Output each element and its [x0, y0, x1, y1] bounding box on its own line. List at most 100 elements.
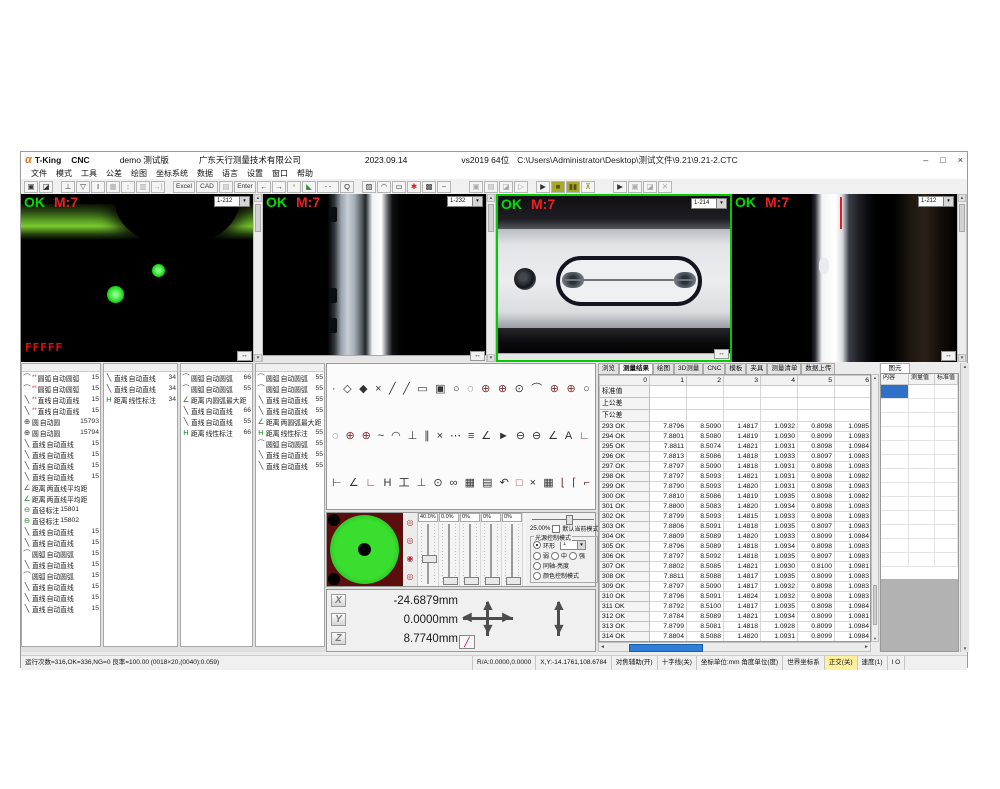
feature-item[interactable]: ⊖直径标注15802 — [22, 515, 100, 526]
ellipse-icon[interactable]: ○ — [583, 383, 590, 396]
feature-list-scrollbar[interactable] — [22, 364, 100, 372]
arc-fit-icon[interactable]: ◠ — [391, 430, 401, 443]
results-hscrollbar[interactable]: ◄► — [598, 642, 871, 652]
camera-scrollbar[interactable]: ▲▼ — [486, 194, 496, 362]
radio-ring[interactable] — [533, 541, 541, 549]
select-box-icon[interactable]: □ — [516, 477, 523, 490]
result-row[interactable]: 297 OK7.87978.50901.48181.09310.80981.09… — [600, 462, 872, 472]
light-slider-thumb[interactable] — [422, 555, 437, 563]
toolbar-pattern-icon[interactable]: ▨ — [362, 181, 376, 193]
ring-light-control[interactable] — [327, 513, 403, 586]
feature-item[interactable]: H距离线性标注66 — [181, 427, 252, 438]
feature-item[interactable]: ╲直线自动直线15 — [22, 471, 100, 482]
angle-3pt-icon[interactable]: ∠ — [548, 430, 558, 443]
tab-3[interactable]: 绘图 — [653, 363, 674, 374]
toolbar-run-icon[interactable]: ▶ — [536, 181, 550, 193]
chevron-down-icon[interactable]: ▼ — [472, 197, 482, 206]
magnification-select[interactable]: 1-212▼ — [918, 196, 954, 207]
result-row[interactable]: 295 OK7.88118.50741.48211.09310.80981.09… — [600, 442, 872, 452]
tab-6[interactable]: 模板 — [725, 363, 746, 374]
camera-view-1[interactable]: FFFFF OK M:7 1-212▼ ↔ — [21, 194, 253, 362]
scroll-down-icon[interactable]: ▼ — [958, 354, 966, 362]
toolbar-curve-icon[interactable]: ◠ — [377, 181, 391, 193]
angle-icon[interactable]: ∠ — [481, 430, 491, 443]
feature-item[interactable]: H距离线性标注34 — [104, 394, 177, 405]
menu-item-7[interactable]: 数据 — [197, 168, 213, 179]
feature-item[interactable]: ⌒**圆弧自动圆弧15 — [22, 383, 100, 394]
element-row[interactable] — [881, 399, 958, 413]
toolbar-folder-icon[interactable]: ◪ — [499, 181, 513, 193]
radio-mode[interactable] — [533, 562, 541, 570]
pan-icon[interactable]: ↔ — [237, 351, 252, 361]
line-auto-icon[interactable]: ╱ — [403, 383, 410, 396]
camera-hscrollbar[interactable] — [263, 355, 486, 362]
camera-view-2[interactable]: OK M:7 1-232▼ ↔ — [263, 194, 486, 362]
spec-row[interactable]: 下公差 — [600, 410, 872, 422]
rect-icon[interactable]: ▭ — [417, 383, 427, 396]
scroll-left-icon[interactable]: ◄ — [600, 644, 605, 650]
toolbar-send-icon[interactable]: ▤ — [219, 181, 233, 193]
toolbar-new-icon[interactable]: ▣ — [24, 181, 38, 193]
perp-dim-icon[interactable]: ∟ — [366, 477, 377, 490]
element-tab[interactable]: 图元 — [880, 363, 910, 373]
toolbar-wave-icon[interactable]: ~ — [437, 181, 451, 193]
toolbar-probe-icon[interactable]: ⊥ — [61, 181, 75, 193]
scroll-up-icon[interactable]: ▲ — [254, 194, 262, 202]
result-row[interactable]: 310 OK7.87968.50911.48241.09320.80981.09… — [600, 592, 872, 602]
ellipse-dashed-icon[interactable]: ◌ — [332, 430, 339, 443]
toolbar-camera-icon[interactable]: ▦ — [106, 181, 120, 193]
result-row[interactable]: 306 OK7.87978.50921.48181.09350.80971.09… — [600, 552, 872, 562]
chevron-down-icon[interactable]: ▼ — [239, 197, 249, 206]
scroll-down-icon[interactable]: ▼ — [487, 354, 495, 362]
feature-item[interactable]: ⌒圆弧自动圆弧55 — [256, 372, 324, 383]
feature-item[interactable]: ╲直线自动直线66 — [181, 405, 252, 416]
minimize-button[interactable]: – — [923, 155, 928, 165]
light-slider-thumb[interactable] — [485, 577, 500, 585]
toolbar-play-gray-icon[interactable]: ▷ — [514, 181, 528, 193]
feature-item[interactable]: ╲直线自动直线15 — [22, 592, 100, 603]
scroll-right-icon[interactable]: ► — [864, 644, 869, 650]
feature-item[interactable]: ╲直线自动直线15 — [22, 460, 100, 471]
result-row[interactable]: 296 OK7.88138.50861.48181.09330.80971.09… — [600, 452, 872, 462]
scrollbar-thumb[interactable] — [629, 644, 703, 652]
light-slider-track[interactable] — [502, 522, 522, 586]
menu-item-4[interactable]: 公差 — [106, 168, 122, 179]
menu-item-1[interactable]: 文件 — [31, 168, 47, 179]
toolbar-dash-button[interactable]: - - — [317, 181, 339, 193]
line-icon[interactable]: ╱ — [389, 383, 396, 396]
cross-point-icon[interactable]: × — [375, 383, 381, 396]
feature-item[interactable]: ╲直线自动直线15 — [22, 559, 100, 570]
toolbar-pause-icon[interactable]: ▮▮ — [566, 181, 580, 193]
element-row[interactable] — [881, 497, 958, 511]
toolbar-move-icon[interactable]: ↕ — [121, 181, 135, 193]
result-row[interactable]: 301 OK7.88008.50831.48201.09340.80981.09… — [600, 502, 872, 512]
light-slider-thumb[interactable] — [464, 577, 479, 585]
feature-item[interactable]: H距离线性标注55 — [256, 427, 324, 438]
toolbar-step-icon[interactable]: →| — [151, 181, 165, 193]
toolbar-magnifier-icon[interactable]: Q — [340, 181, 354, 193]
master-brightness-slider[interactable] — [532, 515, 594, 523]
feature-item[interactable]: ╲直线自动直线15 — [22, 438, 100, 449]
result-row[interactable]: 293 OK7.87968.50901.48171.09320.80981.09… — [600, 422, 872, 432]
feature-item[interactable]: ╲**直线自动直线15 — [22, 394, 100, 405]
menu-item-11[interactable]: 帮助 — [297, 168, 313, 179]
menu-item-8[interactable]: 语言 — [222, 168, 238, 179]
toolbar-play-icon[interactable]: ▶ — [613, 181, 627, 193]
magnification-select[interactable]: 1-212▼ — [214, 196, 250, 207]
element-row[interactable] — [881, 539, 958, 553]
ring-segment-icon[interactable]: ◎ — [407, 572, 414, 581]
toolbar-copy-icon[interactable]: ▤ — [484, 181, 498, 193]
result-row[interactable]: 302 OK7.87998.50931.48151.09330.80981.09… — [600, 512, 872, 522]
toolbar-arrow-left-icon[interactable]: ← — [257, 181, 271, 193]
menu-item-10[interactable]: 窗口 — [272, 168, 288, 179]
feature-item[interactable]: ⌒圆弧自动圆弧55 — [256, 438, 324, 449]
polygon-icon[interactable]: ◇ — [343, 383, 351, 396]
pan-icon[interactable]: ↔ — [714, 349, 729, 359]
feature-item[interactable]: ╲直线自动直线15 — [22, 603, 100, 614]
menu-item-2[interactable]: 模式 — [56, 168, 72, 179]
menu-item-6[interactable]: 坐标系统 — [156, 168, 188, 179]
camera-hscrollbar[interactable] — [498, 353, 730, 360]
element-row[interactable] — [881, 553, 958, 567]
light-slider-thumb[interactable] — [443, 577, 458, 585]
arc-icon[interactable]: ⌒ — [531, 383, 542, 396]
